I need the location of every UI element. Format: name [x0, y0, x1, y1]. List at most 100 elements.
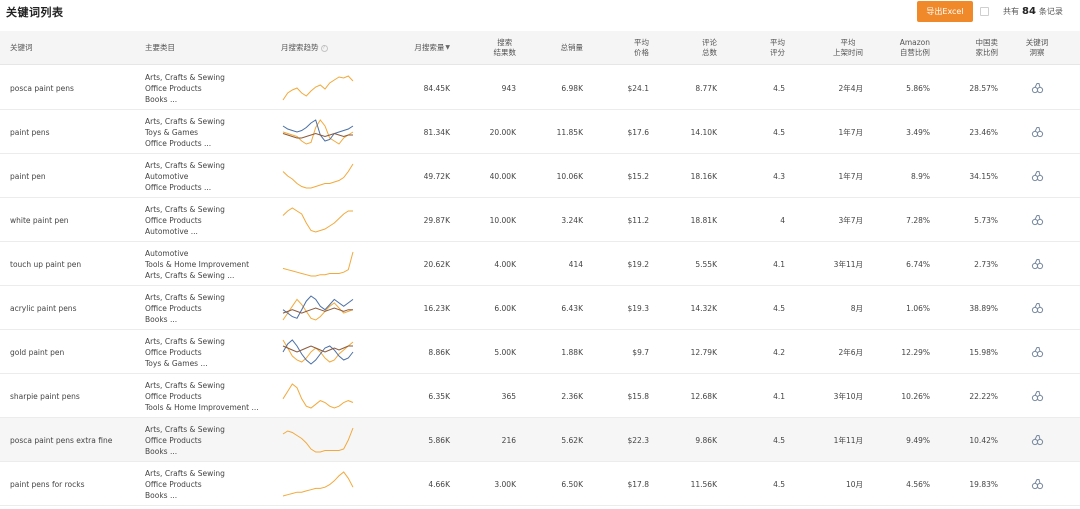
keyword-insight-icon[interactable] — [1030, 389, 1044, 403]
category-line: Arts, Crafts & Sewing — [145, 116, 225, 126]
col-amazon-share[interactable]: Amazon 自营比例 — [870, 31, 930, 65]
col-sales[interactable]: 总销量 — [520, 31, 584, 65]
keyword-insight-icon[interactable] — [1030, 81, 1044, 95]
col-reviews[interactable]: 评论 总数 — [655, 31, 717, 65]
category-line: Office Products — [145, 215, 202, 225]
cell-keyword[interactable]: touch up paint pen — [10, 242, 140, 286]
trend-series-line — [282, 163, 354, 189]
cell-results-text: 216 — [501, 435, 516, 445]
cell-amz-text: 12.29% — [901, 347, 930, 357]
cell-results-text: 3.00K — [494, 479, 516, 489]
cell-time-text: 8月 — [850, 303, 863, 313]
keyword-insight-icon[interactable] — [1030, 477, 1044, 491]
cell-results-text: 5.00K — [494, 347, 516, 357]
select-all-checkbox[interactable] — [980, 7, 989, 16]
cell-results-text: 943 — [501, 83, 516, 93]
keyword-insight-icon[interactable] — [1030, 125, 1044, 139]
col-results[interactable]: 搜索 结果数 — [455, 31, 517, 65]
cell-keyword[interactable]: gold paint pen — [10, 330, 140, 374]
col-category[interactable]: 主要类目 — [145, 31, 275, 65]
cell-category: Arts, Crafts & Sewing Office Products Book… — [145, 418, 275, 462]
cell-rating: 4.5 — [725, 110, 785, 154]
cell-reviews-text: 12.68K — [690, 391, 717, 401]
category-line: Arts, Crafts & Sewing — [145, 72, 225, 82]
col-rating[interactable]: 平均 评分 — [725, 31, 785, 65]
col-keyword[interactable]: 关键词 — [10, 31, 140, 65]
cell-amz: 5.86% — [870, 66, 930, 110]
keyword-insight-icon[interactable] — [1030, 213, 1044, 227]
col-sales-label: 总销量 — [560, 43, 584, 52]
cell-trend — [281, 154, 381, 198]
col-amz-label-2: 自营比例 — [899, 48, 930, 57]
table-row[interactable]: touch up paint pen 20.62K 4.00K 414 $19.2 5.5… — [0, 242, 1080, 286]
cell-keyword-text: posca paint pens — [10, 83, 74, 93]
table-row[interactable]: paint pens 81.34K 20.00K 11.85K $17.6 14.10K 4… — [0, 110, 1080, 154]
category-line: Books ... — [145, 490, 178, 500]
table-row[interactable]: paint pen 49.72K 40.00K 10.06K $15.2 18.16K 4.… — [0, 154, 1080, 198]
cell-analysis — [1020, 198, 1054, 242]
keyword-insight-icon[interactable] — [1030, 433, 1044, 447]
cell-category: Arts, Crafts & Sewing Office Products Auto… — [145, 198, 275, 242]
cell-keyword[interactable]: white paint pen — [10, 198, 140, 242]
cell-time-text: 10月 — [845, 479, 863, 489]
cell-keyword-text: posca paint pens extra fine — [10, 435, 113, 445]
col-cn-label-2: 家比例 — [975, 48, 999, 57]
trend-sparkline — [281, 249, 355, 279]
col-china-seller-share[interactable]: 中国卖 家比例 — [940, 31, 999, 65]
cell-keyword[interactable]: paint pen — [10, 154, 140, 198]
cell-rating-text: 4.1 — [773, 259, 785, 269]
keyword-insight-icon[interactable] — [1030, 301, 1044, 315]
sort-desc-icon[interactable]: ▼ — [445, 43, 450, 53]
cell-keyword[interactable]: paint pens — [10, 110, 140, 154]
cell-volume: 84.45K — [385, 66, 450, 110]
table-row[interactable]: white paint pen 29.87K 10.00K 3.24K $11.2 18.… — [0, 198, 1080, 242]
cell-cn: 34.15% — [940, 154, 998, 198]
export-excel-button[interactable]: 导出Excel — [917, 1, 973, 22]
cell-price: $17.6 — [590, 110, 649, 154]
table-row[interactable]: gold paint pen 8.86K 5.00K 1.88K $9.7 12.79K 4… — [0, 330, 1080, 374]
cell-analysis — [1020, 286, 1054, 330]
cell-cn: 22.22% — [940, 374, 998, 418]
cell-sales-text: 6.50K — [561, 479, 583, 489]
cell-price: $22.3 — [590, 418, 649, 462]
cell-reviews-text: 18.16K — [690, 171, 717, 181]
cell-price-text: $19.2 — [627, 259, 649, 269]
cell-sales: 3.24K — [520, 198, 583, 242]
cell-keyword[interactable]: posca paint pens — [10, 66, 140, 110]
table-row[interactable]: posca paint pens 84.45K 943 6.98K $24.1 8.77K… — [0, 66, 1080, 110]
cell-price: $19.2 — [590, 242, 649, 286]
keyword-insight-icon[interactable] — [1030, 169, 1044, 183]
category-line: Arts, Crafts & Sewing — [145, 380, 225, 390]
cell-rating-text: 4.3 — [773, 171, 785, 181]
cell-keyword[interactable]: paint pens for rocks — [10, 462, 140, 506]
col-price[interactable]: 平均 价格 — [590, 31, 649, 65]
col-listing-time[interactable]: 平均 上架时间 — [800, 31, 863, 65]
cell-keyword-text: white paint pen — [10, 215, 69, 225]
table-row[interactable]: posca paint pens extra fine 5.86K 216 5.62K… — [0, 418, 1080, 462]
cell-keyword[interactable]: posca paint pens extra fine — [10, 418, 140, 462]
cell-reviews-text: 12.79K — [690, 347, 717, 357]
cell-keyword[interactable]: acrylic paint pens — [10, 286, 140, 330]
table-row[interactable]: sharpie paint pens 6.35K 365 2.36K $15.8 12.6… — [0, 374, 1080, 418]
cell-results-text: 4.00K — [494, 259, 516, 269]
table-row[interactable]: acrylic paint pens 16.23K 6.00K 6.43K $19.3 1… — [0, 286, 1080, 330]
cell-sales: 2.36K — [520, 374, 583, 418]
cell-cn: 19.83% — [940, 462, 998, 506]
cell-keyword[interactable]: sharpie paint pens — [10, 374, 140, 418]
cell-analysis — [1020, 110, 1054, 154]
keyword-insight-icon[interactable] — [1030, 345, 1044, 359]
col-volume[interactable]: 月搜索量 ▼ — [385, 31, 450, 65]
help-icon[interactable]: ? — [320, 44, 328, 52]
category-line: Arts, Crafts & Sewing — [145, 160, 225, 170]
cell-amz-text: 9.49% — [906, 435, 930, 445]
cell-reviews: 18.16K — [655, 154, 717, 198]
cell-cn: 15.98% — [940, 330, 998, 374]
cell-results: 943 — [455, 66, 516, 110]
table-row[interactable]: paint pens for rocks 4.66K 3.00K 6.50K $17.8… — [0, 462, 1080, 506]
cell-keyword-text: paint pen — [10, 171, 46, 181]
trend-series-line — [282, 251, 354, 277]
cell-cn-text: 38.89% — [969, 303, 998, 313]
cell-reviews: 12.79K — [655, 330, 717, 374]
col-trend[interactable]: 月搜索趋势? — [281, 31, 381, 65]
keyword-insight-icon[interactable] — [1030, 257, 1044, 271]
